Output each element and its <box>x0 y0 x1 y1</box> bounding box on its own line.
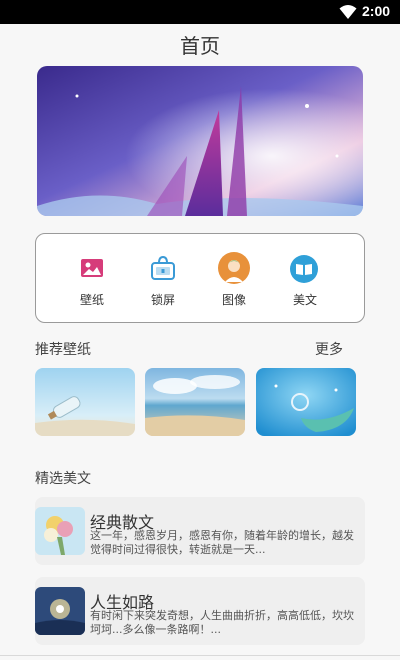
menu-item-avatar[interactable]: 图像 <box>199 234 269 324</box>
menu-item-label: 美文 <box>292 293 317 307</box>
article-thumbnail <box>35 507 85 555</box>
avatar-icon <box>218 252 250 284</box>
menu-item-label: 锁屏 <box>150 293 175 307</box>
article-card[interactable]: 经典散文 这一年，感恩岁月，感恩有你，随着年龄的增长，越发觉得时间过得很快，转逝… <box>35 497 365 565</box>
menu-item-label: 图像 <box>221 293 246 307</box>
article-summary: 有时闲下来突发奇想，人生曲曲折折，高高低低，坎坎坷坷...多么像一条路啊！... <box>90 609 354 636</box>
page-title: 首页 <box>180 34 220 58</box>
recommended-section-title: 推荐壁纸 <box>35 342 91 358</box>
article-card[interactable]: 人生如路 有时闲下来突发奇想，人生曲曲折折，高高低低，坎坎坷坷...多么像一条路… <box>35 577 365 645</box>
book-icon <box>289 254 319 284</box>
article-summary: 这一年，感恩岁月，感恩有你，随着年龄的增长，越发觉得时间过得很快，转逝就是一天.… <box>90 529 354 556</box>
wifi-icon <box>339 4 357 24</box>
wallpaper-thumbnail[interactable] <box>256 368 356 436</box>
bottom-divider <box>0 655 400 656</box>
wallpaper-thumbnail[interactable] <box>145 368 245 436</box>
article-thumbnail <box>35 587 85 635</box>
menu-item-lockscreen[interactable]: 锁屏 <box>128 234 198 324</box>
menu-item-wallpaper[interactable]: 壁纸 <box>57 234 127 324</box>
banner-image[interactable] <box>37 66 363 216</box>
wallpaper-thumbnail[interactable] <box>35 368 135 436</box>
menu-item-label: 壁纸 <box>79 293 104 307</box>
lock-screen-icon <box>149 254 177 282</box>
more-link[interactable]: 更多 <box>315 339 343 359</box>
menu-item-articles[interactable]: 美文 <box>270 234 340 324</box>
featured-section-title: 精选美文 <box>35 471 91 487</box>
status-time: 2:00 <box>362 3 391 19</box>
category-menu: 壁纸 锁屏 图像 美文 <box>35 233 365 323</box>
image-icon <box>78 254 106 282</box>
status-bar: 2:00 <box>0 0 400 24</box>
